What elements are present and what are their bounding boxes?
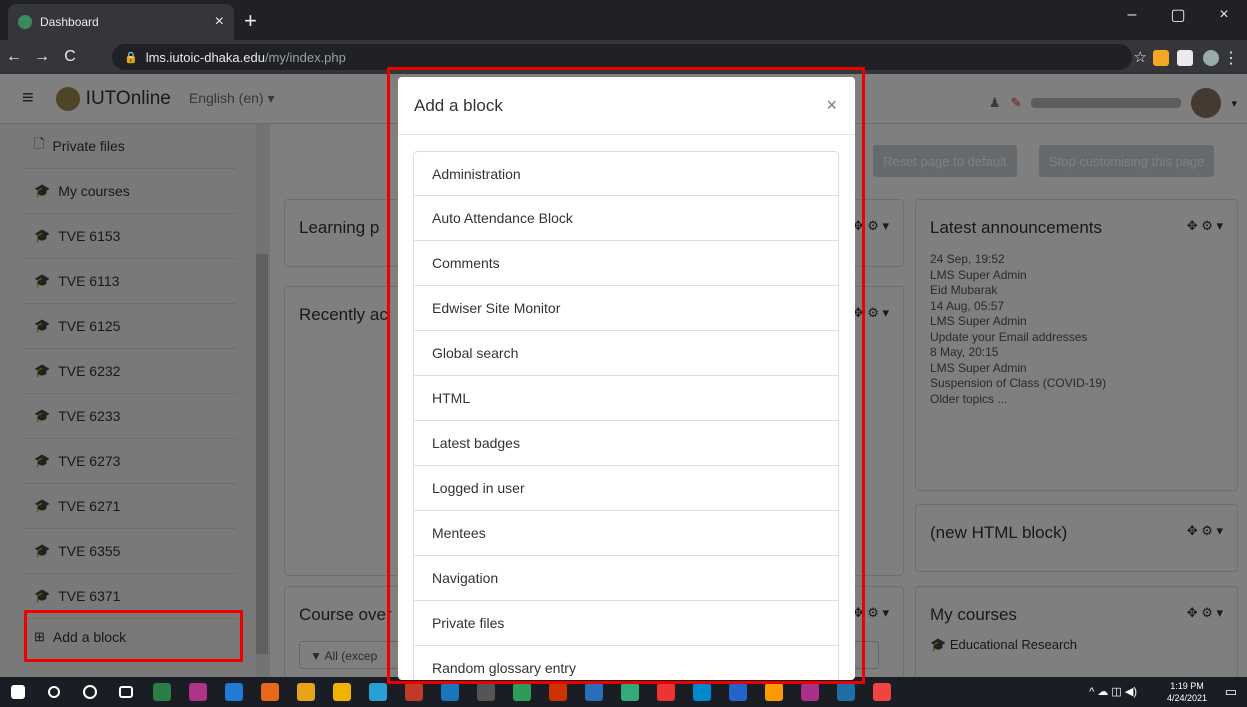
clock[interactable]: 1:19 PM 4/24/2021 bbox=[1167, 680, 1207, 704]
puzzle-icon[interactable] bbox=[1177, 50, 1193, 66]
extension-icon[interactable] bbox=[1153, 50, 1169, 66]
tab-title: Dashboard bbox=[40, 15, 99, 29]
taskbar-app-icon[interactable] bbox=[144, 677, 180, 707]
system-tray[interactable]: ^ ☁ ◫ ◀) bbox=[1089, 685, 1137, 698]
browser-tabbar: Dashboard × + – ▢ × bbox=[0, 0, 1247, 40]
close-window-button[interactable]: × bbox=[1201, 0, 1247, 30]
highlight-box bbox=[387, 67, 865, 684]
url-path: /my/index.php bbox=[264, 49, 346, 65]
reload-icon[interactable]: C bbox=[56, 48, 84, 66]
clock-time: 1:19 PM bbox=[1170, 681, 1204, 691]
minimize-button[interactable]: – bbox=[1109, 0, 1155, 30]
taskbar-app-icon[interactable] bbox=[216, 677, 252, 707]
start-icon[interactable] bbox=[0, 677, 36, 707]
taskbar-app-icon[interactable] bbox=[252, 677, 288, 707]
close-tab-icon[interactable]: × bbox=[215, 13, 224, 31]
window-controls: – ▢ × bbox=[1109, 0, 1247, 30]
task-view-icon[interactable] bbox=[108, 677, 144, 707]
highlight-box bbox=[24, 610, 243, 662]
notification-icon[interactable]: ▭ bbox=[1225, 684, 1237, 700]
bookmark-star-icon[interactable]: ☆ bbox=[1134, 48, 1147, 66]
lock-icon: 🔒 bbox=[124, 51, 138, 64]
new-tab-button[interactable]: + bbox=[244, 8, 257, 34]
taskbar-app-icon[interactable] bbox=[324, 677, 360, 707]
taskbar-app-icon[interactable] bbox=[864, 677, 900, 707]
cortana-icon[interactable] bbox=[72, 677, 108, 707]
profile-icon[interactable] bbox=[1203, 50, 1219, 66]
favicon-icon bbox=[18, 15, 32, 29]
taskbar-app-icon[interactable] bbox=[180, 677, 216, 707]
menu-dots-icon[interactable]: ⋮ bbox=[1223, 48, 1239, 68]
url-host: lms.iutoic-dhaka.edu bbox=[145, 49, 265, 65]
clock-date: 4/24/2021 bbox=[1166, 693, 1207, 703]
search-icon[interactable] bbox=[36, 677, 72, 707]
taskbar-app-icon[interactable] bbox=[288, 677, 324, 707]
back-icon[interactable]: ← bbox=[0, 48, 28, 66]
maximize-button[interactable]: ▢ bbox=[1155, 0, 1201, 30]
forward-icon[interactable]: → bbox=[28, 48, 56, 66]
tab-dashboard[interactable]: Dashboard × bbox=[8, 4, 234, 40]
